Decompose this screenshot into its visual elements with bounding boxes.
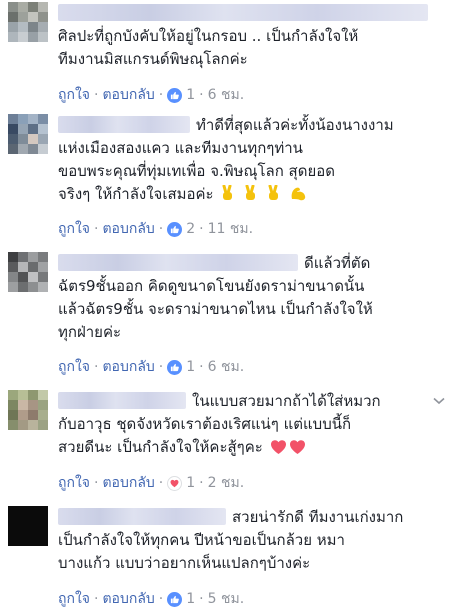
- reply-button[interactable]: ตอบกลับ: [102, 84, 154, 106]
- comment-text-line: สวยดีนะ เป็นกำลังใจให้คะสู้ๆคะ: [58, 438, 263, 456]
- comment-text-line: ขอบพระคุณที่ทุ่มเทเพื่อ จ.พิษณุโลก สุดยอ…: [58, 162, 335, 180]
- like-button[interactable]: ถูกใจ: [58, 588, 90, 609]
- separator-dot: ·: [158, 359, 164, 375]
- comment-text-line: สวยน่ารักดี ทีมงานเก่งมาก: [232, 508, 404, 526]
- reaction-count[interactable]: 1: [186, 359, 195, 375]
- reply-button[interactable]: ตอบกลับ: [102, 588, 154, 609]
- comment-text-line: ดีแล้วที่ตัด: [304, 254, 371, 272]
- separator-dot: ·: [199, 359, 204, 375]
- comment-timestamp[interactable]: 6 ชม.: [208, 84, 245, 106]
- comment-timestamp[interactable]: 6 ชม.: [208, 356, 245, 378]
- separator-dot: ·: [158, 475, 164, 491]
- victory-hand-icon: [243, 184, 259, 209]
- separator-dot: ·: [94, 87, 99, 103]
- separator-dot: ·: [94, 359, 99, 375]
- avatar[interactable]: [8, 114, 48, 154]
- reaction-count[interactable]: 2: [186, 221, 195, 237]
- comment-text-line: ทำดีที่สุดแล้วค่ะทั้งน้องนางงาม: [196, 116, 394, 134]
- comment-text-line: ศิลปะที่ถูกบังคับให้อยู่ในกรอบ .. เป็นกำ…: [58, 27, 359, 45]
- like-button[interactable]: ถูกใจ: [58, 472, 90, 494]
- comment-timestamp[interactable]: 11 ชม.: [208, 218, 253, 240]
- like-button[interactable]: ถูกใจ: [58, 218, 90, 240]
- like-icon[interactable]: [167, 221, 183, 237]
- heart-icon[interactable]: [167, 475, 183, 491]
- avatar[interactable]: [8, 390, 48, 430]
- comment-timestamp[interactable]: 5 ชม.: [208, 588, 245, 609]
- heart-icon: [270, 439, 287, 462]
- like-button[interactable]: ถูกใจ: [58, 356, 90, 378]
- separator-dot: ·: [199, 221, 204, 237]
- comment-text-line: บางแก้ว แบบว่าอยากเห็นแปลกๆบ้างค่ะ: [58, 554, 311, 572]
- comment-text-line: ฉัตร9ชั้นออก คิดดูขนาดโขนยังดราม่าขนาดนั…: [58, 277, 365, 295]
- separator-dot: ·: [158, 221, 164, 237]
- separator-dot: ·: [94, 221, 99, 237]
- separator-dot: ·: [199, 591, 204, 607]
- comment-text-line: ในแบบสวยมากถ้าได้ใส่หมวก: [192, 392, 381, 410]
- like-icon[interactable]: [167, 591, 183, 607]
- comment-text-line: แล้วฉัตร9ชั้น จะดราม่าขนาดไหน เป็นกำลังใ…: [58, 300, 373, 318]
- comment-text-line: เป็นกำลังใจให้ทุกคน ปีหน้าขอเป็นกล้วย หม…: [58, 531, 345, 549]
- comment-text-line: จริงๆ ให้กำลังใจเสมอค่ะ: [58, 185, 214, 203]
- separator-dot: ·: [94, 475, 99, 491]
- comment-text-line: ทีมงานมิสแกรนด์พิษณุโลกค่ะ: [58, 50, 248, 68]
- comment-author[interactable]: [58, 392, 186, 409]
- separator-dot: ·: [199, 475, 204, 491]
- separator-dot: ·: [94, 591, 99, 607]
- comment-text-line: แห่งเมืองสองแคว และทีมงานทุกๆท่าน: [58, 139, 303, 157]
- comment-author[interactable]: [58, 254, 298, 271]
- comment-text-line: ทุกฝ่ายค่ะ: [58, 323, 122, 341]
- reply-button[interactable]: ตอบกลับ: [102, 218, 154, 240]
- comment-author[interactable]: [58, 116, 190, 133]
- separator-dot: ·: [158, 591, 164, 607]
- comment-timestamp[interactable]: 2 ชม.: [208, 472, 245, 494]
- reply-button[interactable]: ตอบกลับ: [102, 472, 154, 494]
- heart-icon: [289, 439, 306, 462]
- like-icon[interactable]: [167, 359, 183, 375]
- comment-text-line: กับอาวุธ ชุดจังหวัดเราต้องเริศแน่ๆ แต่แบ…: [58, 415, 352, 433]
- reaction-count[interactable]: 1: [186, 87, 195, 103]
- separator-dot: ·: [199, 87, 204, 103]
- avatar[interactable]: [8, 2, 48, 42]
- chevron-down-icon[interactable]: [433, 394, 445, 409]
- reaction-count[interactable]: 1: [186, 591, 195, 607]
- flexed-biceps-icon: [289, 185, 307, 209]
- reaction-count[interactable]: 1: [186, 475, 195, 491]
- comment-author[interactable]: [58, 2, 428, 25]
- avatar[interactable]: [8, 506, 48, 546]
- avatar[interactable]: [8, 252, 48, 292]
- comment-author[interactable]: [58, 508, 226, 525]
- victory-hand-icon: [220, 184, 236, 209]
- victory-hand-icon: [266, 184, 282, 209]
- separator-dot: ·: [158, 87, 164, 103]
- reply-button[interactable]: ตอบกลับ: [102, 356, 154, 378]
- like-button[interactable]: ถูกใจ: [58, 84, 90, 106]
- like-icon[interactable]: [167, 87, 183, 103]
